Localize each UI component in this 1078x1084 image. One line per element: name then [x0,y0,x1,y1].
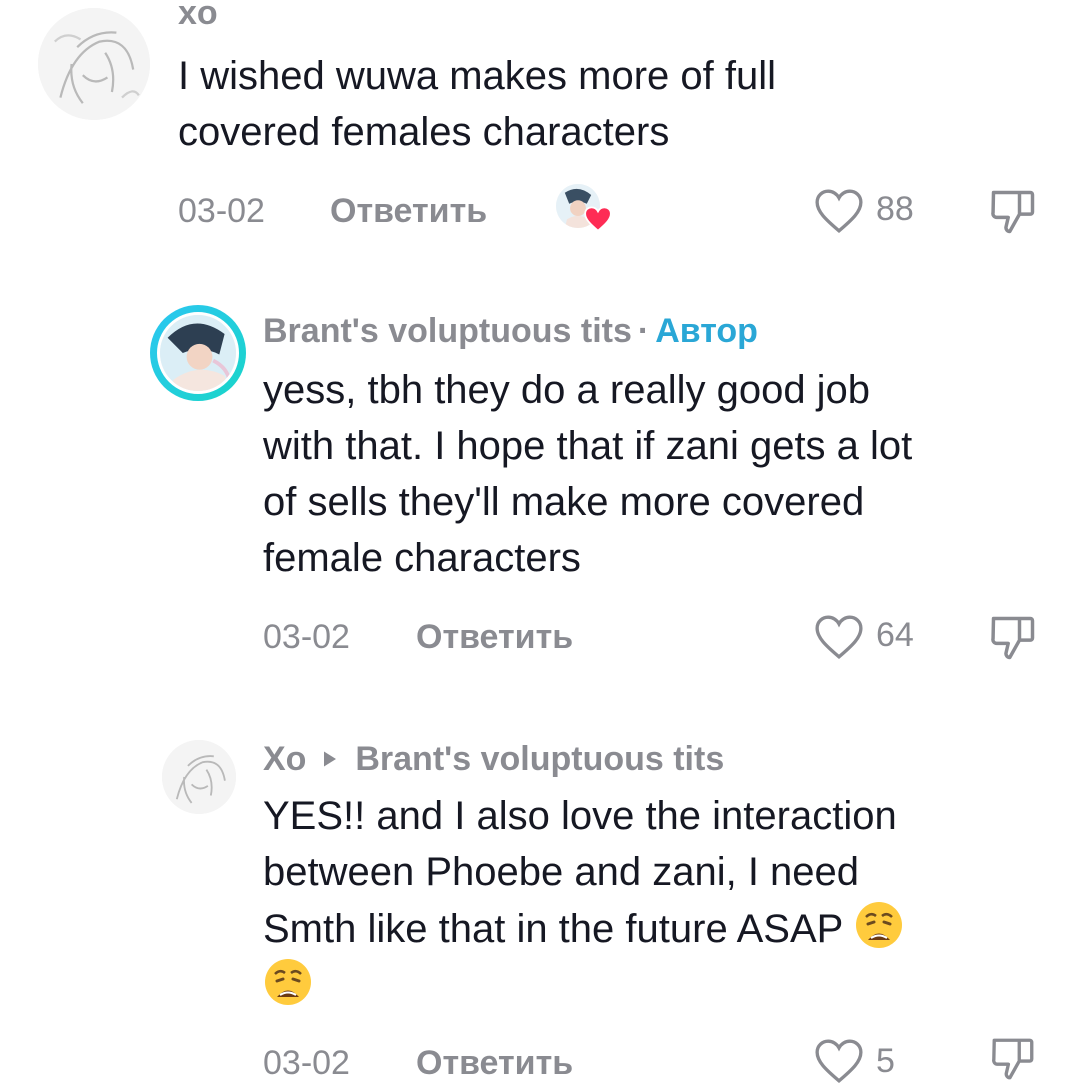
comment-text-line: Smth like that in the future ASAP [263,900,1063,957]
reply-button[interactable]: Ответить [330,192,487,231]
dislike-icon[interactable] [986,186,1040,238]
comment-date: 03-02 [263,618,350,656]
like-heart-icon[interactable] [814,614,864,660]
weary-face-emoji [854,900,904,950]
comment-text-line [263,957,1063,1014]
like-heart-icon[interactable] [814,1038,864,1084]
avatar [157,312,239,394]
avatar[interactable] [38,8,150,120]
reply-button[interactable]: Ответить [416,618,573,657]
comment-text-line: female characters [263,536,581,580]
comment-text-line: yess, tbh they do a really good job [263,368,871,412]
author-badge: Автор [655,312,758,350]
avatar-ring[interactable] [150,305,246,401]
creator-liked-badge [556,184,612,236]
like-heart-icon[interactable] [814,188,864,234]
comment-text-line: of sells they'll make more covered [263,480,865,524]
dislike-icon[interactable] [986,612,1040,664]
comment-date: 03-02 [178,192,265,230]
comment-text-segment: Smth like that in the future ASAP [263,907,843,951]
comment-username-row: Xo Brant's voluptuous tits [263,738,724,779]
comment-username-row: Brant's voluptuous tits · Автор [263,312,758,351]
comment-username[interactable]: Brant's voluptuous tits [263,312,632,350]
reply-button[interactable]: Ответить [416,1044,573,1083]
like-count: 64 [876,616,914,654]
comment-username[interactable]: Xo [263,740,306,778]
like-count: 5 [876,1042,895,1080]
comment-username[interactable]: xo [178,0,218,33]
heart-filled-icon [584,206,612,232]
comment-text: I wished wuwa makes more of full covered… [178,48,1038,160]
reply-arrow-icon [322,738,338,777]
separator-dot: · [637,312,650,350]
comment-date: 03-02 [263,1044,350,1082]
comment-text-line: covered females characters [178,110,670,154]
comment-text: yess, tbh they do a really good job with… [263,362,1063,586]
comment-text-line: with that. I hope that if zani gets a lo… [263,424,913,468]
comment-text: YES!! and I also love the interaction be… [263,788,1063,1014]
reply-to-username[interactable]: Brant's voluptuous tits [355,740,724,778]
weary-face-emoji [263,957,313,1007]
comment-text-line: YES!! and I also love the interaction [263,794,897,838]
comment-text-line: I wished wuwa makes more of full [178,54,777,98]
comment-text-line: between Phoebe and zani, I need [263,850,860,894]
avatar[interactable] [162,740,236,814]
dislike-icon[interactable] [986,1034,1040,1084]
like-count: 88 [876,190,914,228]
